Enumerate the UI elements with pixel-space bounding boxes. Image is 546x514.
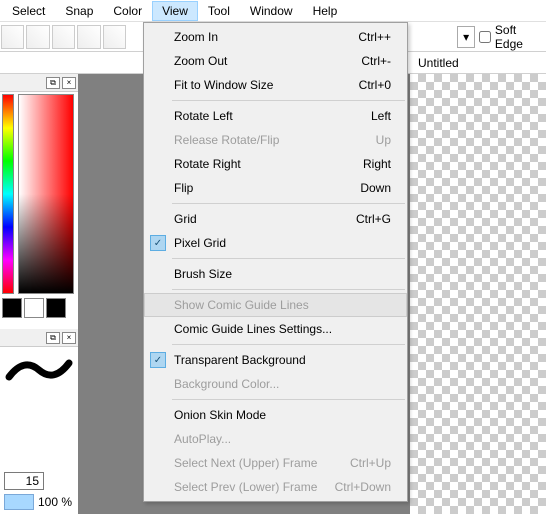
menu-item-label: Transparent Background <box>174 353 306 367</box>
menu-separator <box>172 203 405 204</box>
menu-item-select-next-upper-frame: Select Next (Upper) Frame Ctrl+Up <box>144 451 407 475</box>
menu-window[interactable]: Window <box>240 1 303 21</box>
menu-item-release-rotate-flip: Release Rotate/Flip Up <box>144 128 407 152</box>
menu-item-label: Release Rotate/Flip <box>174 133 279 147</box>
menu-item-label: Flip <box>174 181 193 195</box>
opacity-bar[interactable] <box>4 494 34 510</box>
menu-item-brush-size[interactable]: Brush Size <box>144 262 407 286</box>
menu-item-label: Show Comic Guide Lines <box>174 298 309 312</box>
menu-item-comic-guide-lines-settings[interactable]: Comic Guide Lines Settings... <box>144 317 407 341</box>
menu-item-shortcut: Left <box>371 109 391 123</box>
menu-item-label: Comic Guide Lines Settings... <box>174 322 332 336</box>
menu-item-label: Select Next (Upper) Frame <box>174 456 317 470</box>
tool-icon[interactable] <box>77 25 100 49</box>
menu-item-label: Rotate Right <box>174 157 241 171</box>
menu-item-shortcut: Ctrl+0 <box>359 78 391 92</box>
menu-view[interactable]: View <box>152 1 198 21</box>
menu-snap[interactable]: Snap <box>55 1 103 21</box>
hue-slider[interactable] <box>2 94 14 294</box>
menu-item-select-prev-lower-frame: Select Prev (Lower) Frame Ctrl+Down <box>144 475 407 499</box>
tool-icon[interactable] <box>1 25 24 49</box>
menu-item-shortcut: Ctrl+Down <box>335 480 391 494</box>
menu-item-pixel-grid[interactable]: ✓ Pixel Grid <box>144 231 407 255</box>
chevron-down-icon[interactable]: ▾ <box>457 26 475 48</box>
view-menu: Zoom In Ctrl++ Zoom Out Ctrl+- Fit to Window… <box>143 22 408 502</box>
check-icon: ✓ <box>150 352 166 368</box>
menu-item-grid[interactable]: Grid Ctrl+G <box>144 207 407 231</box>
menu-item-rotate-left[interactable]: Rotate Left Left <box>144 104 407 128</box>
menu-separator <box>172 344 405 345</box>
menubar: SelectSnapColorViewToolWindowHelp <box>0 0 546 22</box>
menu-item-label: Fit to Window Size <box>174 78 273 92</box>
tool-icon[interactable] <box>103 25 126 49</box>
menu-color[interactable]: Color <box>103 1 152 21</box>
color-field[interactable] <box>18 94 74 294</box>
undock-icon[interactable]: ⧉ <box>46 332 60 344</box>
brush-opacity-control[interactable]: 100 % <box>4 494 72 510</box>
menu-item-shortcut: Up <box>376 133 391 147</box>
menu-item-label: Background Color... <box>174 377 279 391</box>
third-color-swatch[interactable] <box>46 298 66 318</box>
brush-preview <box>4 355 74 385</box>
menu-item-zoom-in[interactable]: Zoom In Ctrl++ <box>144 25 407 49</box>
menu-item-show-comic-guide-lines: Show Comic Guide Lines <box>144 293 407 317</box>
close-icon[interactable]: × <box>62 77 76 89</box>
menu-item-shortcut: Right <box>363 157 391 171</box>
menu-item-zoom-out[interactable]: Zoom Out Ctrl+- <box>144 49 407 73</box>
menu-item-label: Zoom In <box>174 30 218 44</box>
menu-item-label: Pixel Grid <box>174 236 226 250</box>
color-panel <box>0 92 78 329</box>
menu-item-onion-skin-mode[interactable]: Onion Skin Mode <box>144 403 407 427</box>
transparent-canvas[interactable] <box>410 74 546 514</box>
menu-item-flip[interactable]: Flip Down <box>144 176 407 200</box>
menu-separator <box>172 100 405 101</box>
menu-item-label: Select Prev (Lower) Frame <box>174 480 317 494</box>
menu-item-shortcut: Ctrl+- <box>361 54 391 68</box>
menu-separator <box>172 289 405 290</box>
menu-item-label: Rotate Left <box>174 109 233 123</box>
menu-tool[interactable]: Tool <box>198 1 240 21</box>
brush-size-input[interactable]: 15 <box>4 472 44 490</box>
menu-select[interactable]: Select <box>2 1 55 21</box>
menu-item-shortcut: Down <box>360 181 391 195</box>
menu-separator <box>172 258 405 259</box>
soft-edge-option: ▾ Soft Edge <box>457 23 546 51</box>
color-swatches <box>2 298 66 318</box>
secondary-color-swatch[interactable] <box>24 298 44 318</box>
brush-panel: 15 100 % <box>0 347 78 514</box>
menu-help[interactable]: Help <box>303 1 348 21</box>
menu-item-label: Grid <box>174 212 197 226</box>
menu-item-rotate-right[interactable]: Rotate Right Right <box>144 152 407 176</box>
tab-untitled[interactable]: Untitled <box>418 56 459 70</box>
menu-item-transparent-background[interactable]: ✓ Transparent Background <box>144 348 407 372</box>
soft-edge-label: Soft Edge <box>495 23 546 51</box>
menu-item-shortcut: Ctrl+G <box>356 212 391 226</box>
menu-item-label: AutoPlay... <box>174 432 231 446</box>
menu-item-label: Brush Size <box>174 267 232 281</box>
brush-panel-header: ⧉ × <box>0 329 78 347</box>
undock-icon[interactable]: ⧉ <box>46 77 60 89</box>
menu-item-background-color: Background Color... <box>144 372 407 396</box>
color-panel-header: ⧉ × <box>0 74 78 92</box>
left-panels: ⧉ × ⧉ × 15 100 % <box>0 74 78 514</box>
menu-item-autoplay: AutoPlay... <box>144 427 407 451</box>
menu-item-shortcut: Ctrl++ <box>358 30 391 44</box>
check-icon: ✓ <box>150 235 166 251</box>
tool-icon[interactable] <box>26 25 49 49</box>
menu-item-fit-to-window-size[interactable]: Fit to Window Size Ctrl+0 <box>144 73 407 97</box>
soft-edge-checkbox[interactable] <box>479 31 491 43</box>
close-icon[interactable]: × <box>62 332 76 344</box>
tool-icon[interactable] <box>52 25 75 49</box>
primary-color-swatch[interactable] <box>2 298 22 318</box>
menu-item-label: Zoom Out <box>174 54 227 68</box>
menu-item-shortcut: Ctrl+Up <box>350 456 391 470</box>
menu-item-label: Onion Skin Mode <box>174 408 266 422</box>
menu-separator <box>172 399 405 400</box>
